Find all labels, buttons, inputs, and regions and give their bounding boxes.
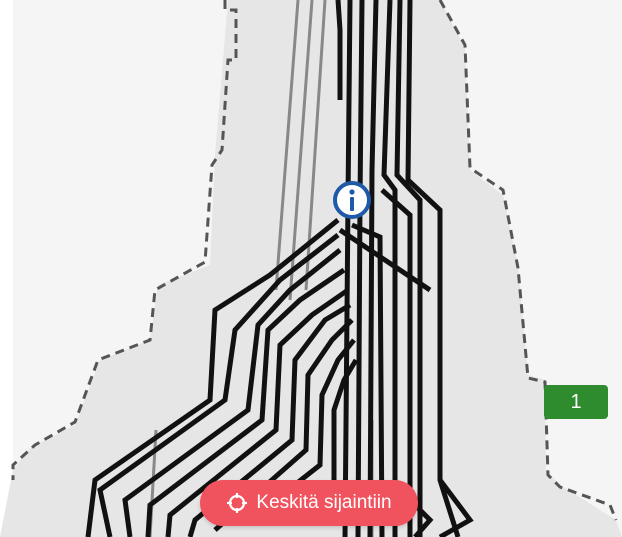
center-location-button[interactable]: Keskitä sijaintiin [200, 480, 418, 526]
count-badge-label: 1 [570, 390, 582, 413]
count-badge[interactable]: 1 [544, 385, 608, 419]
info-icon [333, 181, 371, 219]
map-canvas[interactable] [0, 0, 622, 537]
info-marker[interactable] [332, 180, 372, 220]
center-location-label: Keskitä sijaintiin [256, 492, 392, 513]
crosshair-icon [227, 493, 248, 513]
station-area [0, 0, 622, 537]
